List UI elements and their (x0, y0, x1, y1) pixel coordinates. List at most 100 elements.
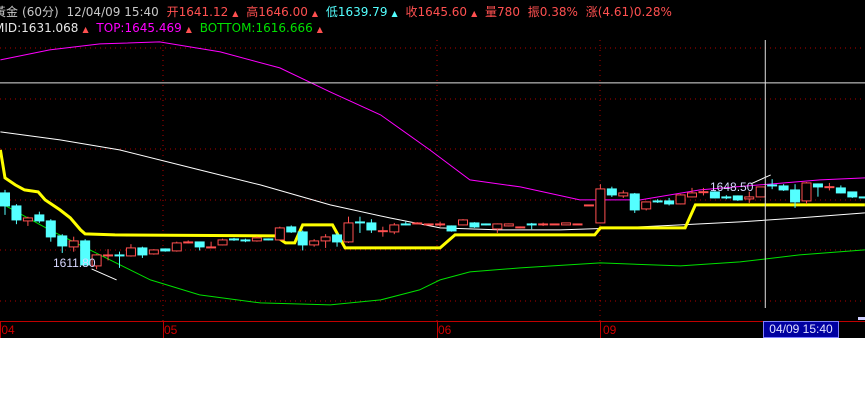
candle-body (812, 183, 823, 188)
close-value: 收1645.60 (405, 5, 468, 19)
candle-body (583, 204, 594, 207)
candle-body (263, 238, 274, 241)
candle-body (309, 240, 320, 246)
candle-body (194, 241, 205, 248)
candle-body (332, 234, 343, 243)
max-marker-line (750, 174, 771, 185)
symbol-name: 黃金 (0, 5, 19, 19)
candle-body (858, 196, 865, 199)
candlestick-chart[interactable] (0, 0, 865, 338)
candle-body (68, 240, 79, 248)
series-line-top (0, 41, 865, 201)
candle-body (675, 194, 686, 205)
candle-body (698, 191, 709, 194)
candle-body (183, 241, 194, 244)
candle-body (423, 223, 434, 226)
candle-body (274, 227, 285, 241)
candle-body (687, 192, 697, 198)
candle-body (595, 188, 606, 224)
candle-body (778, 185, 789, 191)
amplitude-value: 振0.38% (527, 5, 578, 19)
triangle-icon: ▲ (311, 9, 318, 18)
low-value: 低1639.79 (325, 5, 388, 19)
candle-body (103, 254, 114, 257)
candle-body (561, 222, 572, 226)
scroll-marker (858, 317, 865, 320)
candle-body (515, 226, 526, 229)
datetime: 12/04/09 15:40 (66, 5, 159, 19)
candle-body (148, 249, 159, 255)
bottom-value: BOTTOM:1616.666 (199, 21, 313, 35)
candle-body (412, 222, 423, 225)
candle-body (503, 223, 514, 227)
candle-body (480, 223, 491, 226)
triangle-icon: ▲ (316, 25, 323, 34)
candle-body (137, 247, 148, 256)
candle-body (435, 223, 446, 226)
candle-body (801, 182, 812, 202)
top-value: TOP:1645.469 (96, 21, 182, 35)
candle-body (320, 236, 331, 242)
triangle-icon: ▲ (391, 9, 398, 18)
candle-body (824, 186, 835, 189)
mid-value: MID:1631.068 (0, 21, 79, 35)
volume-value: 量780 (485, 5, 520, 19)
max-price-label: 1648.50 (710, 180, 754, 194)
candle-body (45, 220, 56, 238)
candle-body (125, 247, 136, 257)
candle-body (297, 231, 308, 246)
candle-body (606, 188, 617, 196)
high-value: 高1646.00 (246, 5, 308, 19)
candle-body (835, 187, 846, 194)
x-axis-label: 09 (603, 323, 617, 337)
candle-body (469, 222, 480, 228)
candle-body (538, 223, 549, 226)
quote-header: 黃金 (60分) 12/04/09 15:40 开1641.12 ▲ 高1646.0… (0, 5, 676, 21)
candle-body (446, 225, 457, 232)
period: (60分) (22, 5, 59, 19)
candle-body (744, 196, 755, 200)
candle-body (641, 201, 652, 210)
candle-body (57, 235, 68, 247)
candle-body (354, 221, 365, 224)
candle-body (251, 237, 262, 242)
x-axis-label: /04 (0, 323, 15, 337)
candle-body (458, 219, 468, 226)
candle-body (34, 214, 45, 222)
crosshair-date-label: 04/09 15:40 (763, 321, 839, 338)
candle-body (160, 248, 171, 252)
candle-body (664, 200, 675, 205)
triangle-icon: ▲ (82, 25, 89, 34)
candle-body (492, 223, 503, 230)
candle-body (286, 226, 297, 233)
candle-body (229, 238, 239, 241)
candle-body (549, 223, 560, 226)
min-marker-line (91, 268, 117, 281)
candle-body (217, 239, 228, 246)
candle-body (11, 205, 22, 221)
min-price-label: 1611.80 (53, 256, 96, 270)
open-value: 开1641.12 (166, 5, 229, 19)
x-axis-label: 06 (438, 323, 452, 337)
candle-body (847, 191, 858, 198)
candle-body (572, 223, 583, 226)
candle-body (206, 246, 217, 249)
kline-chart-panel[interactable]: 黃金 (60分) 12/04/09 15:40 开1641.12 ▲ 高1646.0… (0, 0, 865, 338)
triangle-icon: ▲ (232, 9, 239, 18)
candle-body (767, 184, 778, 187)
candle-body (400, 223, 411, 226)
candle-body (526, 223, 537, 226)
candle-body (732, 195, 743, 201)
candle-body (618, 192, 629, 197)
candle-body (366, 222, 377, 231)
candle-body (389, 224, 400, 233)
change-value: 涨(4.61)0.28% (585, 5, 672, 19)
triangle-icon: ▲ (185, 25, 192, 34)
indicator-header: MID:1631.068 ▲ TOP:1645.469 ▲ BOTTOM:1616.… (0, 21, 327, 37)
candle-body (755, 186, 766, 198)
candle-body (629, 193, 640, 211)
candle-body (240, 239, 251, 242)
candle-body (721, 196, 732, 199)
candle-body (114, 254, 125, 257)
triangle-icon: ▲ (471, 9, 478, 18)
